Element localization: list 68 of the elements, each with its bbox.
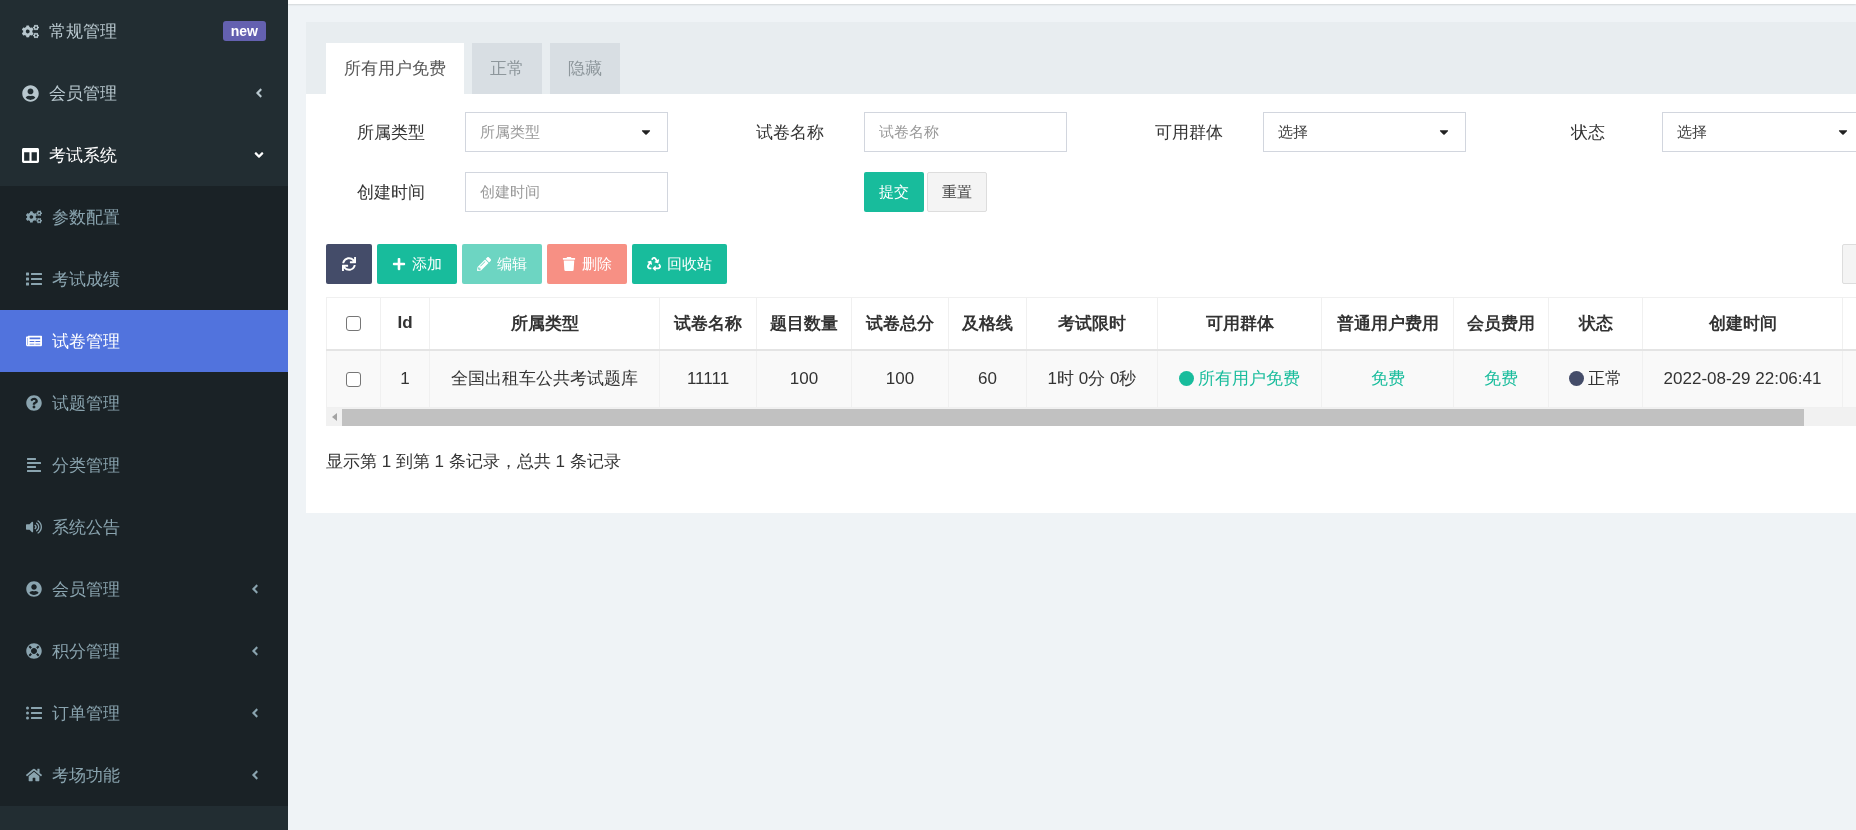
column-header: 状态	[1548, 297, 1643, 350]
lifebuoy-icon	[26, 643, 42, 659]
column-header: 试卷名称	[659, 297, 757, 350]
field-label: 试卷名称	[754, 121, 825, 144]
user-icon	[26, 581, 42, 597]
refresh-icon	[342, 257, 356, 271]
field-label: 所属类型	[355, 121, 426, 144]
field-label: 状态	[1569, 121, 1606, 144]
column-header: 所属类型	[429, 297, 660, 350]
question-icon	[26, 395, 42, 411]
sidebar-item[interactable]: 试卷管理	[0, 310, 288, 372]
sidebar-item[interactable]: 积分管理	[0, 620, 288, 682]
columns-icon	[22, 146, 39, 164]
gears-icon	[26, 209, 42, 225]
field-label: 创建时间	[355, 181, 426, 204]
field-label: 可用群体	[1153, 121, 1224, 144]
select-field[interactable]: 选择	[1263, 112, 1466, 152]
horizontal-scrollbar[interactable]	[326, 408, 1856, 426]
reset-button[interactable]: 重置	[927, 172, 987, 212]
trash-icon	[562, 257, 576, 271]
column-header: 及格线	[948, 297, 1027, 350]
table-cell: 11111	[686, 368, 730, 388]
column-header: 会员费用	[1453, 297, 1549, 350]
table-cell: 100	[885, 368, 915, 388]
table-cell: 100	[789, 368, 819, 388]
new-badge: new	[222, 21, 266, 41]
table-cell: 全国出租车公共考试题库	[451, 369, 638, 389]
sidebar-item[interactable]: 常规管理 new	[0, 0, 288, 62]
column-header: Id	[380, 297, 430, 350]
newspaper-icon	[26, 333, 42, 349]
table-cell: 2022-08-29 22:06:41	[1663, 368, 1822, 388]
lines-icon	[26, 457, 42, 473]
sidebar-item[interactable]: 分类管理	[0, 434, 288, 496]
sidebar-item[interactable]: 考试成绩	[0, 248, 288, 310]
list-icon	[26, 271, 42, 287]
column-header: 普通用户费用	[1321, 297, 1454, 350]
sidebar-item[interactable]: 订单管理	[0, 682, 288, 744]
table-cell: 免费	[1484, 369, 1518, 389]
table-cell: 1时 0分 0秒	[1047, 369, 1137, 389]
table-cell: 免费	[1370, 369, 1405, 389]
sidebar-item[interactable]: 会员管理	[0, 62, 288, 124]
select-field[interactable]: 选择	[1662, 112, 1856, 152]
table-cell: 1	[400, 368, 410, 388]
refresh-button[interactable]	[326, 244, 372, 284]
house-icon	[26, 767, 42, 783]
sidebar-item[interactable]: 试题管理	[0, 372, 288, 434]
sidebar-item[interactable]: 会员管理	[0, 558, 288, 620]
speaker-icon	[26, 519, 42, 535]
checkbox[interactable]	[346, 371, 361, 387]
column-header: 可用群体	[1157, 297, 1322, 350]
sidebar-item[interactable]: 考场功能	[0, 744, 288, 806]
column-header: 试卷总分	[851, 297, 949, 350]
pagination-summary: 显示第 1 到第 1 条记录，总共 1 条记录	[326, 451, 622, 473]
user-icon	[22, 84, 39, 102]
sidebar-item[interactable]: 参数配置	[0, 186, 288, 248]
checkbox[interactable]	[346, 316, 361, 332]
plus-icon	[392, 257, 406, 271]
sidebar-item[interactable]: 考试系统	[0, 124, 288, 186]
gears-icon	[22, 22, 39, 40]
column-header: 创建时间	[1642, 297, 1843, 350]
list-icon	[26, 705, 42, 721]
tab[interactable]: 所有用户免费	[326, 43, 464, 94]
pencil-icon	[477, 257, 491, 271]
column-header: 题目数量	[756, 297, 852, 350]
table-cell: 60	[978, 368, 997, 388]
column-header: 考试限时	[1026, 297, 1158, 350]
sidebar-item[interactable]: 系统公告	[0, 496, 288, 558]
recycle-icon	[647, 257, 661, 271]
